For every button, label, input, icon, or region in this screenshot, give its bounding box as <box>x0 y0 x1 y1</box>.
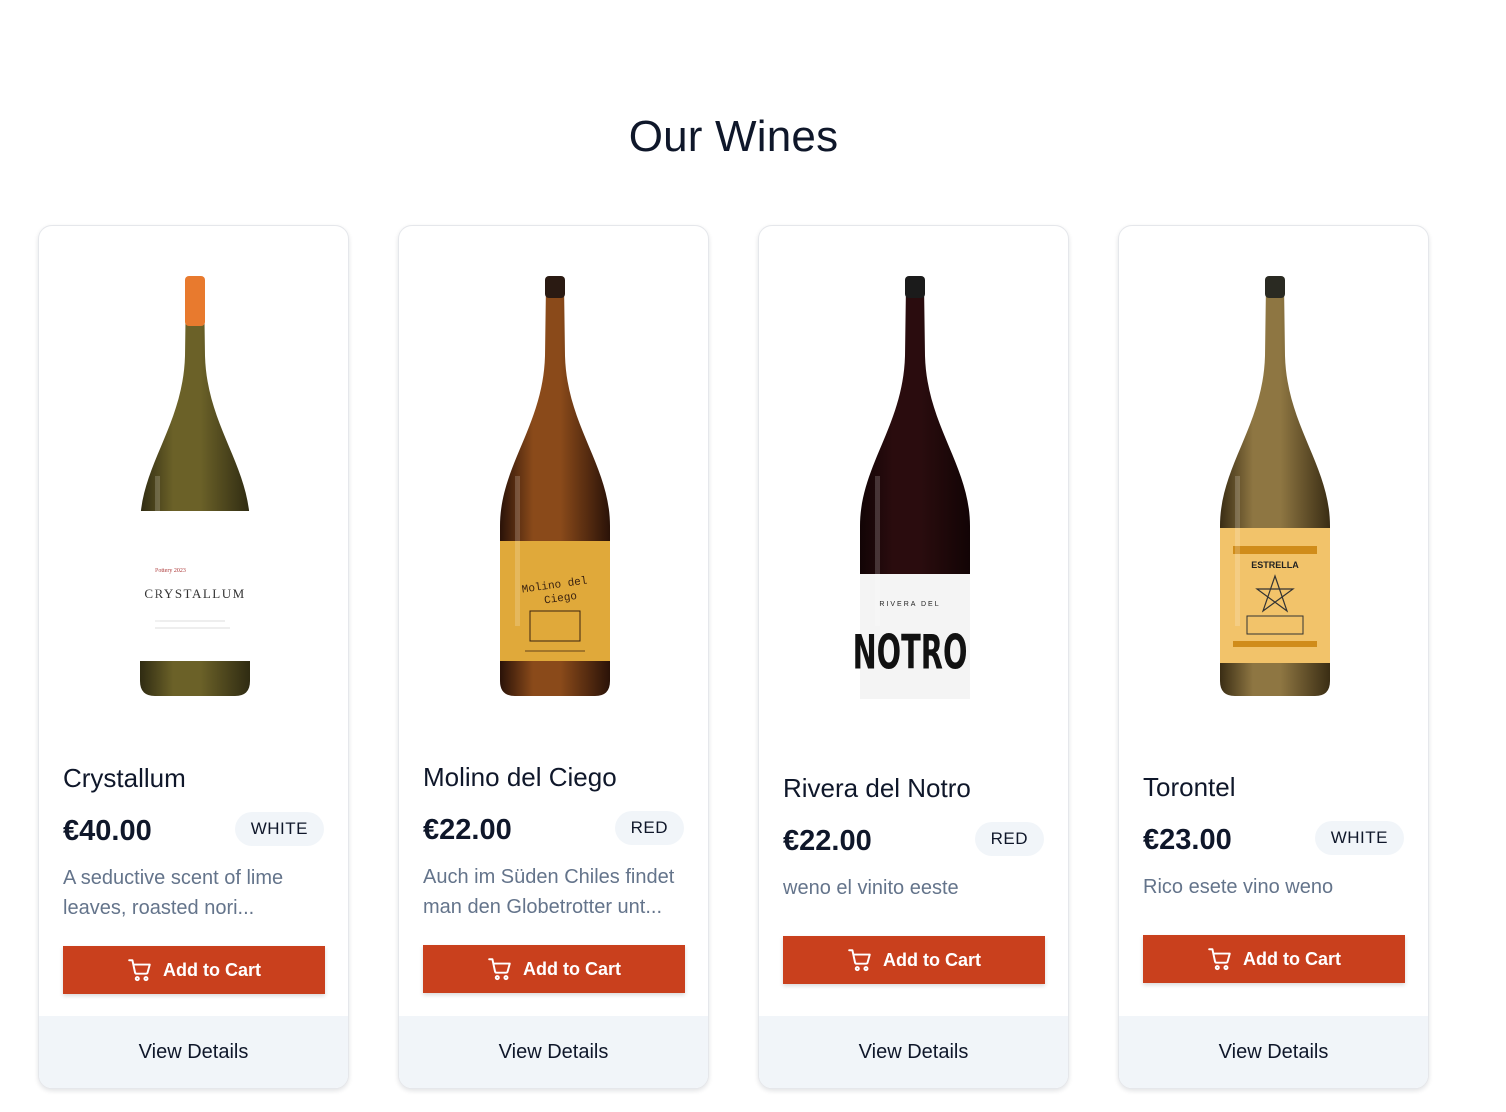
product-card[interactable]: RIVERA DEL NOTRO Rivera del Notro €22.00… <box>758 225 1069 1089</box>
add-to-cart-label: Add to Cart <box>163 959 261 980</box>
product-image[interactable]: CRYSTALLUM Pottery 2023 <box>39 276 348 776</box>
product-image[interactable]: Molino del Ciego <box>399 276 708 776</box>
product-name: Crystallum <box>63 763 186 793</box>
product-card[interactable]: ESTRELLA Torontel €23.00 WHITE Rico eset… <box>1118 225 1429 1089</box>
wine-bottle-image: Molino del Ciego <box>499 276 610 696</box>
wine-type-badge: WHITE <box>1314 821 1404 855</box>
product-price: €23.00 <box>1143 824 1232 856</box>
product-price: €22.00 <box>783 825 872 857</box>
add-to-cart-button[interactable]: Add to Cart <box>1143 935 1405 983</box>
product-image[interactable]: RIVERA DEL NOTRO <box>759 276 1068 776</box>
wine-type-badge: RED <box>614 811 684 845</box>
product-card[interactable]: Molino del Ciego Molino del Ciego €22.00… <box>398 225 709 1089</box>
product-description: Auch im Süden Chiles findet man den Glob… <box>423 866 675 918</box>
add-to-cart-label: Add to Cart <box>1243 948 1341 969</box>
add-to-cart-button[interactable]: Add to Cart <box>783 936 1045 984</box>
shopping-cart-icon <box>1207 946 1233 972</box>
product-name: Rivera del Notro <box>783 773 971 803</box>
view-details-button[interactable]: View Details <box>759 1016 1068 1088</box>
page-title: Our Wines <box>628 112 839 161</box>
product-description: Rico esete vino weno <box>1143 876 1334 898</box>
product-image[interactable]: ESTRELLA <box>1119 276 1428 776</box>
view-details-button[interactable]: View Details <box>399 1016 708 1088</box>
wine-bottle-image: ESTRELLA <box>1219 276 1330 696</box>
product-price: €40.00 <box>63 815 152 847</box>
product-name: Molino del Ciego <box>423 762 617 792</box>
svg-text:RIVERA DEL: RIVERA DEL <box>879 601 940 608</box>
view-details-button[interactable]: View Details <box>39 1016 348 1088</box>
add-to-cart-button[interactable]: Add to Cart <box>423 945 685 993</box>
svg-text:NOTRO: NOTRO <box>852 626 967 680</box>
shopping-cart-icon <box>487 956 513 982</box>
product-card[interactable]: CRYSTALLUM Pottery 2023 Crystallum €40.0… <box>38 225 349 1089</box>
product-description: A seductive scent of lime leaves, roaste… <box>63 867 284 919</box>
add-to-cart-label: Add to Cart <box>883 949 981 970</box>
svg-text:ESTRELLA: ESTRELLA <box>1251 560 1299 570</box>
wine-bottle-image: CRYSTALLUM Pottery 2023 <box>139 276 250 696</box>
add-to-cart-label: Add to Cart <box>523 958 621 979</box>
wine-bottle-image: RIVERA DEL NOTRO <box>852 276 970 699</box>
wine-type-badge: WHITE <box>234 812 324 846</box>
shopping-cart-icon <box>847 947 873 973</box>
product-name: Torontel <box>1143 772 1236 802</box>
product-description: weno el vinito eeste <box>783 877 959 899</box>
add-to-cart-button[interactable]: Add to Cart <box>63 946 325 994</box>
product-price: €22.00 <box>423 814 512 846</box>
view-details-button[interactable]: View Details <box>1119 1016 1428 1088</box>
wine-type-badge: RED <box>974 822 1044 856</box>
shopping-cart-icon <box>127 957 153 983</box>
